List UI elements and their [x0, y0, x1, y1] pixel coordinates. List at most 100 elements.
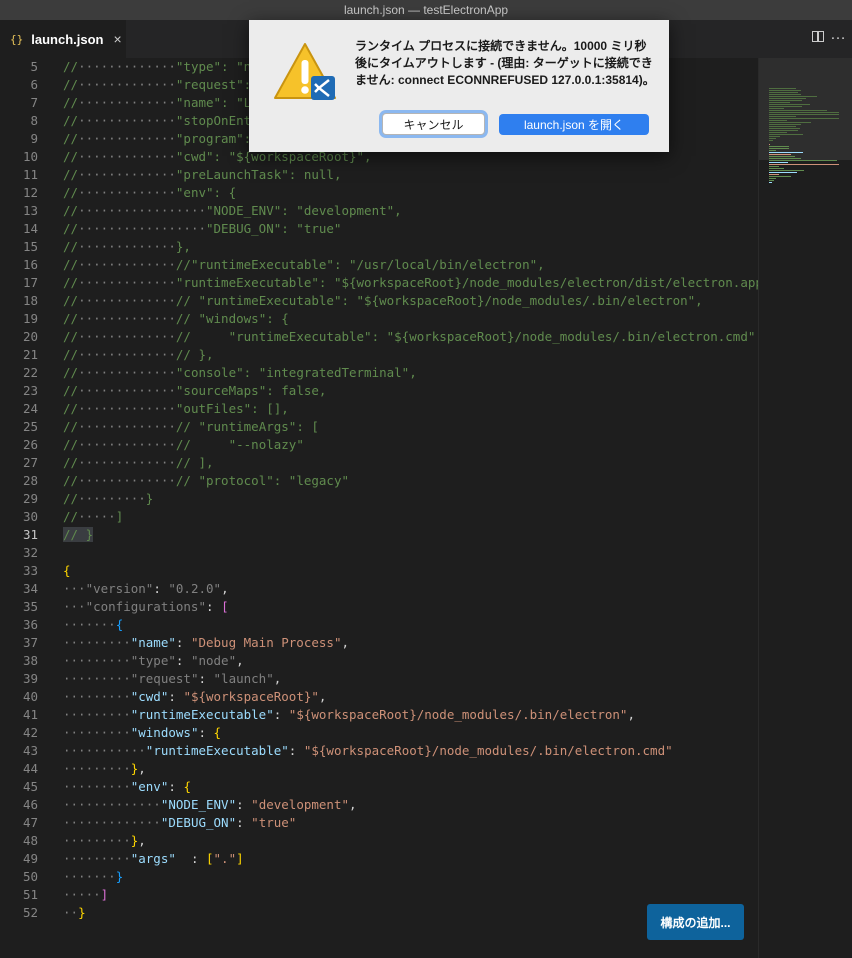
code-token: //: [63, 293, 79, 308]
code-token: ·····: [63, 887, 101, 902]
code-text: ·········"name": "Debug Main Process",: [63, 634, 349, 652]
code-line[interactable]: 37 ·········"name": "Debug Main Process",: [0, 634, 758, 652]
code-token: {: [183, 779, 191, 794]
code-line[interactable]: 15 //·············},: [0, 238, 758, 256]
code-line[interactable]: 12 //·············"env": {: [0, 184, 758, 202]
minimap-line: [769, 166, 779, 167]
code-text: //·················"NODE_ENV": "developm…: [63, 202, 402, 220]
code-line[interactable]: 36 ·······{: [0, 616, 758, 634]
minimap-line: [769, 146, 789, 147]
code-line[interactable]: 45 ·········"env": {: [0, 778, 758, 796]
code-line[interactable]: 23 //·············"sourceMaps": false,: [0, 382, 758, 400]
code-token: ]: [100, 887, 109, 902]
code-line[interactable]: 46 ·············"NODE_ENV": "development"…: [0, 796, 758, 814]
line-number: 33: [22, 563, 38, 578]
code-line[interactable]: 31 // }: [0, 526, 758, 544]
code-token: ··: [63, 905, 79, 920]
minimap-line: [769, 98, 806, 99]
code-token: //: [63, 437, 79, 452]
code-token: //: [63, 257, 79, 272]
code-token: ,: [221, 581, 229, 596]
minimap[interactable]: [758, 58, 852, 958]
code-line[interactable]: 43 ···········"runtimeExecutable": "${wor…: [0, 742, 758, 760]
code-line[interactable]: 42 ·········"windows": {: [0, 724, 758, 742]
minimap-line: [769, 134, 804, 135]
code-token: ·············: [78, 275, 176, 290]
code-line[interactable]: 48 ·········},: [0, 832, 758, 850]
code-line[interactable]: 35 ···"configurations": [: [0, 598, 758, 616]
line-number: 32: [22, 545, 38, 560]
code-line[interactable]: 14 //·················"DEBUG_ON": "true": [0, 220, 758, 238]
code-line[interactable]: 51 ·····]: [0, 886, 758, 904]
code-token: :: [206, 599, 222, 614]
code-line[interactable]: 38 ·········"type": "node",: [0, 652, 758, 670]
code-token: // "runtimeExecutable": "${workspaceRoot…: [175, 293, 703, 308]
code-text: ·········"request": "launch",: [63, 670, 281, 688]
minimap-line: [769, 92, 798, 93]
code-line[interactable]: 32: [0, 544, 758, 562]
code-line[interactable]: 30 //·····]: [0, 508, 758, 526]
tab-launch-json[interactable]: {} launch.json ×: [0, 20, 126, 58]
more-icon[interactable]: …: [830, 26, 846, 44]
code-token: ·········: [63, 779, 131, 794]
code-line[interactable]: 49 ·········"args" : ["."]: [0, 850, 758, 868]
code-line[interactable]: 19 //·············// "windows": {: [0, 310, 758, 328]
minimap-line: [769, 112, 839, 113]
code-line[interactable]: 44 ·········},: [0, 760, 758, 778]
code-line[interactable]: 41 ·········"runtimeExecutable": "${works…: [0, 706, 758, 724]
minimap-line: [769, 156, 796, 157]
add-configuration-button[interactable]: 構成の追加...: [647, 904, 744, 940]
open-launch-json-button[interactable]: launch.json を開く: [499, 114, 649, 135]
line-number: 27: [22, 455, 38, 470]
code-line[interactable]: 26 //·············// "--nolazy": [0, 436, 758, 454]
split-editor-icon[interactable]: [812, 31, 824, 42]
code-line[interactable]: 24 //·············"outFiles": [],: [0, 400, 758, 418]
code-line[interactable]: 16 //·············//"runtimeExecutable": …: [0, 256, 758, 274]
code-token: "name": [130, 635, 176, 650]
code-line[interactable]: 29 //·········}: [0, 490, 758, 508]
line-number: 11: [22, 167, 38, 182]
minimap-viewport[interactable]: [759, 58, 852, 160]
close-icon[interactable]: ×: [113, 31, 121, 47]
code-line[interactable]: 28 //·············// "protocol": "legacy": [0, 472, 758, 490]
code-text: ·············"NODE_ENV": "development",: [63, 796, 357, 814]
minimap-line: [769, 168, 785, 169]
code-text: //·············// "runtimeExecutable": "…: [63, 292, 703, 310]
code-line[interactable]: 22 //·············"console": "integratedT…: [0, 364, 758, 382]
line-number: 50: [22, 869, 38, 884]
code-token: {: [63, 563, 71, 578]
code-line[interactable]: 11 //·············"preLaunchTask": null,: [0, 166, 758, 184]
code-text: ···"version": "0.2.0",: [63, 580, 229, 598]
code-line[interactable]: 13 //·················"NODE_ENV": "develo…: [0, 202, 758, 220]
code-token: ·········: [78, 491, 146, 506]
code-line[interactable]: 27 //·············// ],: [0, 454, 758, 472]
code-token: //: [63, 77, 79, 92]
code-line[interactable]: 21 //·············// },: [0, 346, 758, 364]
code-line[interactable]: 47 ·············"DEBUG_ON": "true": [0, 814, 758, 832]
minimap-line: [769, 104, 810, 105]
code-token: ·············: [78, 113, 176, 128]
code-token: :: [236, 815, 252, 830]
code-line[interactable]: 33 {: [0, 562, 758, 580]
line-number: 45: [22, 779, 38, 794]
code-text: ·········},: [63, 832, 146, 850]
code-line[interactable]: 18 //·············// "runtimeExecutable":…: [0, 292, 758, 310]
code-token: ·········: [63, 671, 131, 686]
code-token: [: [206, 851, 214, 866]
cancel-button[interactable]: キャンセル: [382, 113, 485, 135]
code-line[interactable]: 25 //·············// "runtimeArgs": [: [0, 418, 758, 436]
code-line[interactable]: 50 ·······}: [0, 868, 758, 886]
code-editor[interactable]: 5//·············"type": "node", 6//······…: [0, 58, 758, 958]
code-line[interactable]: 17 //·············"runtimeExecutable": "$…: [0, 274, 758, 292]
code-line[interactable]: 40 ·········"cwd": "${workspaceRoot}",: [0, 688, 758, 706]
code-token: :: [273, 707, 289, 722]
code-line[interactable]: 52 ··}: [0, 904, 758, 922]
line-number: 34: [22, 581, 38, 596]
code-token: ·············: [78, 347, 176, 362]
code-line[interactable]: 34 ···"version": "0.2.0",: [0, 580, 758, 598]
code-line[interactable]: 20 //·············// "runtimeExecutable":…: [0, 328, 758, 346]
code-text: ·········"args" : ["."]: [63, 850, 244, 868]
minimap-line: [769, 122, 812, 123]
code-line[interactable]: 39 ·········"request": "launch",: [0, 670, 758, 688]
code-token: // ],: [175, 455, 214, 470]
